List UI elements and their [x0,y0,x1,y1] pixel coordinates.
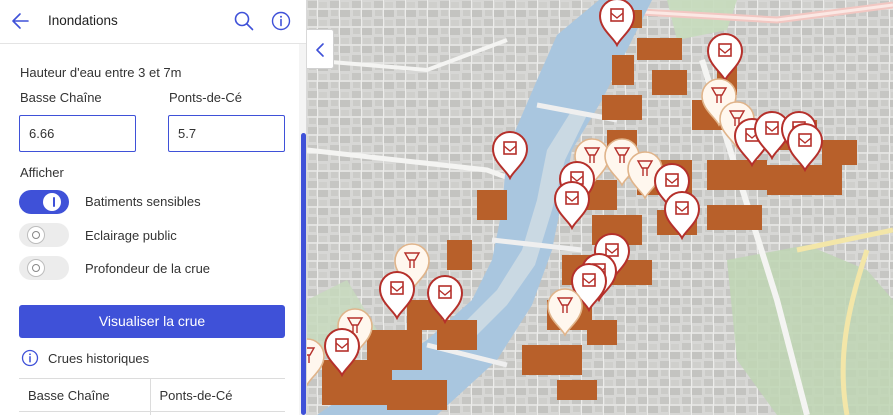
toggle-knob [27,226,45,244]
map-canvas[interactable] [307,0,893,415]
toggle-knob [43,193,61,211]
info-icon [21,349,39,367]
column-header-ponts-de-ce[interactable]: Ponts-de-Cé [149,378,285,412]
toggle-label-eclairage: Eclairage public [85,228,177,243]
scrollbar-thumb[interactable] [301,133,306,415]
toggle-off-icon [32,264,40,272]
arrow-left-icon[interactable] [9,9,33,33]
column-header-basse-chaine[interactable]: Basse Chaîne [19,378,150,412]
basse-chaine-input[interactable] [19,115,136,152]
toggle-on-icon [53,197,55,207]
ponts-de-ce-label: Ponts-de-Cé [169,90,242,105]
toggle-profondeur-crue[interactable] [19,256,69,280]
search-icon[interactable] [232,9,256,33]
toggle-off-icon [32,231,40,239]
history-title: Crues historiques [48,351,150,366]
basse-chaine-label: Basse Chaîne [20,90,102,105]
chevron-left-icon [316,43,324,57]
table-row [19,411,285,415]
water-height-label: Hauteur d'eau entre 3 et 7m [20,65,182,80]
ponts-de-ce-input[interactable] [168,115,285,152]
map-view[interactable] [307,0,893,415]
visualize-flood-button[interactable]: Visualiser la crue [19,305,285,338]
toggle-eclairage-public[interactable] [19,223,69,247]
toggle-batiments-sensibles[interactable] [19,190,69,214]
side-panel: Inondations Hauteur d'eau entre 3 et 7m … [0,0,307,415]
history-table: Basse Chaîne Ponts-de-Cé [19,378,285,415]
panel-header: Inondations [0,0,306,44]
toggle-label-batiments: Batiments sensibles [85,194,201,209]
toggle-label-profondeur: Profondeur de la crue [85,261,211,276]
display-section-label: Afficher [20,165,64,180]
toggle-knob [27,259,45,277]
info-icon[interactable] [269,9,293,33]
page-title: Inondations [48,13,118,28]
collapse-panel-button[interactable] [307,29,334,69]
